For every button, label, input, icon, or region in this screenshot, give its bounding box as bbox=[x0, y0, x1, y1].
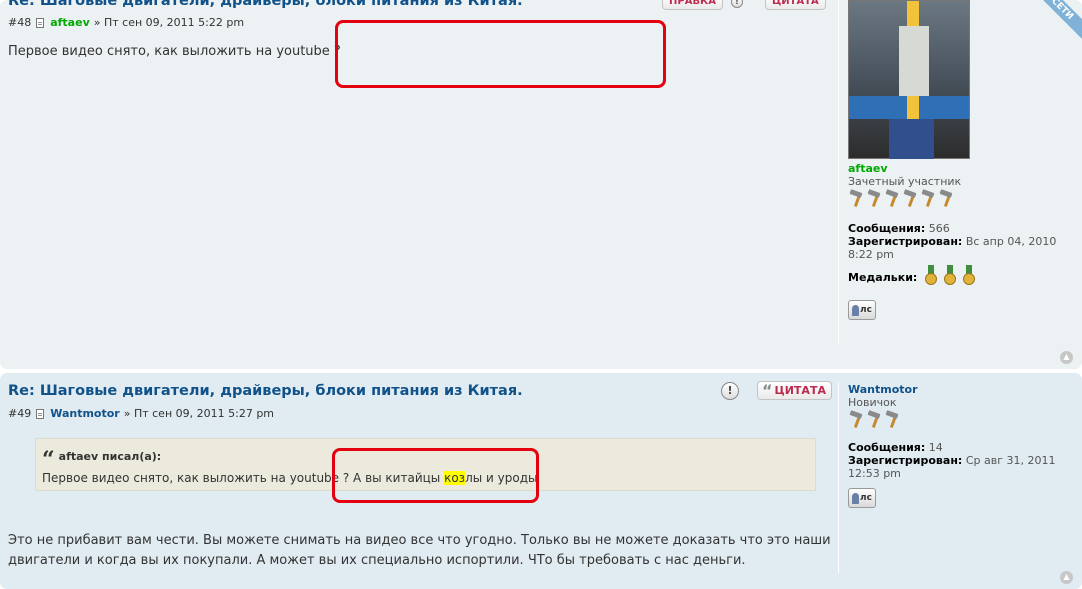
hammer-icon bbox=[848, 411, 866, 429]
hammer-icon bbox=[938, 190, 956, 208]
quote-button[interactable]: “ЦИТАТА bbox=[757, 381, 832, 400]
post-title[interactable]: Re: Шаговые двигатели, драйверы, блоки п… bbox=[8, 0, 523, 9]
post-author-line: #48 aftaev » Пт сен 09, 2011 5:22 pm bbox=[8, 16, 244, 29]
hammer-icon bbox=[884, 411, 902, 429]
hammer-icon bbox=[902, 190, 920, 208]
pm-button[interactable]: лс bbox=[848, 488, 876, 508]
back-to-top-icon[interactable]: ▲ bbox=[1060, 351, 1073, 364]
post-number[interactable]: #48 bbox=[8, 16, 31, 29]
user-icon bbox=[852, 304, 860, 316]
quote-mark-icon: “ bbox=[762, 380, 773, 400]
hammer-icon bbox=[920, 190, 938, 208]
edit-button[interactable]: ПРАВКА bbox=[662, 0, 723, 10]
post-author-line: #49 Wantmotor » Пт сен 09, 2011 5:27 pm bbox=[8, 407, 274, 420]
rank-icons bbox=[848, 411, 1074, 429]
corner-ribbon[interactable]: СЕТИ bbox=[1026, 0, 1082, 56]
warn-icon[interactable]: ! bbox=[721, 381, 739, 400]
post-author[interactable]: Wantmotor bbox=[50, 407, 120, 420]
registered-label: Зарегистрирован: bbox=[848, 235, 963, 248]
medals-label: Медальки: bbox=[848, 271, 918, 284]
post-date: » Пт сен 09, 2011 5:27 pm bbox=[123, 407, 275, 420]
user-icon bbox=[852, 492, 860, 504]
post-number[interactable]: #49 bbox=[8, 407, 31, 420]
profile-username[interactable]: aftaev bbox=[848, 162, 1074, 175]
posts-label: Сообщения: bbox=[848, 222, 926, 235]
rank-icons bbox=[848, 190, 958, 208]
profile-panel: Wantmotor Новичок Сообщения: 14 Зарегист… bbox=[838, 383, 1074, 573]
post-buttons: ! “ЦИТАТА bbox=[721, 381, 832, 400]
profile-rank: Зачетный участник bbox=[848, 175, 962, 188]
post-author[interactable]: aftaev bbox=[50, 16, 90, 29]
pm-button[interactable]: лс bbox=[848, 300, 876, 320]
medal-icon[interactable] bbox=[923, 265, 939, 287]
back-to-top-icon[interactable]: ▲ bbox=[1060, 571, 1073, 584]
annotation-box bbox=[332, 448, 539, 503]
post-icon[interactable] bbox=[36, 17, 45, 28]
post-content: Это не прибавит вам чести. Вы можете сни… bbox=[8, 533, 831, 568]
post-49: Re: Шаговые двигатели, драйверы, блоки п… bbox=[0, 373, 1082, 589]
hammer-icon bbox=[884, 190, 902, 208]
medal-icon[interactable] bbox=[942, 265, 958, 287]
hammer-icon bbox=[866, 411, 884, 429]
post-content: Первое видео снято, как выложить на yout… bbox=[8, 44, 341, 59]
warn-icon[interactable]: ! bbox=[730, 0, 743, 8]
post-date: » Пт сен 09, 2011 5:22 pm bbox=[93, 16, 245, 29]
quote-button[interactable]: ЦИТАТА bbox=[764, 0, 826, 10]
hammer-icon bbox=[866, 190, 884, 208]
quote-mark-icon: “ bbox=[42, 447, 55, 473]
posts-label: Сообщения: bbox=[848, 441, 926, 454]
post-icon[interactable] bbox=[36, 408, 45, 419]
hammer-icon bbox=[848, 190, 866, 208]
profile-rank: Новичок bbox=[848, 396, 897, 409]
post-buttons: ПРАВКА ! ЦИТАТА bbox=[662, 0, 826, 10]
profile-username[interactable]: Wantmotor bbox=[848, 383, 1074, 396]
annotation-box bbox=[335, 20, 666, 88]
posts-value: 566 bbox=[928, 222, 950, 235]
registered-label: Зарегистрирован: bbox=[848, 454, 963, 467]
posts-value: 14 bbox=[928, 441, 943, 454]
post-title[interactable]: Re: Шаговые двигатели, драйверы, блоки п… bbox=[8, 383, 523, 399]
medal-icon[interactable] bbox=[961, 265, 977, 287]
